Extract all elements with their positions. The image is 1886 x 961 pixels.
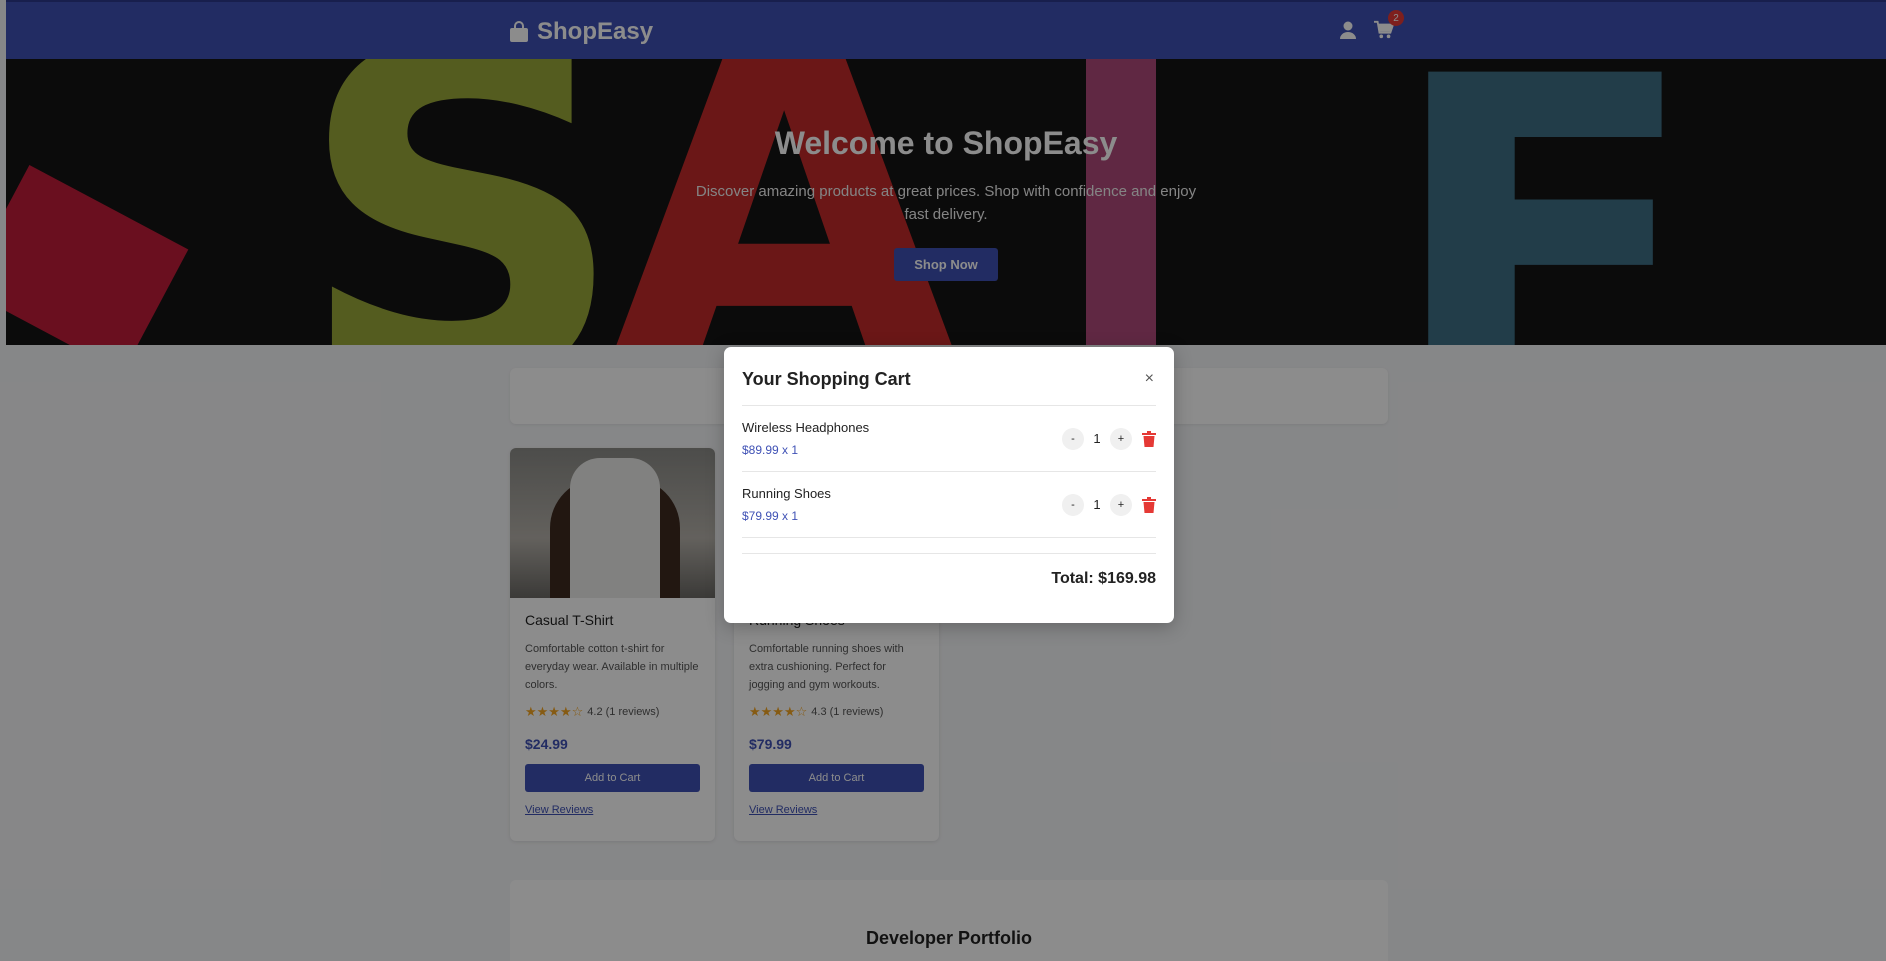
increase-quantity-button[interactable]: + [1110,493,1132,516]
cart-item-name: Running Shoes [742,486,831,501]
cart-item-name: Wireless Headphones [742,420,870,435]
cart-total: Total: $169.98 [742,553,1156,604]
quantity-value: 1 [1093,431,1101,446]
cart-item: Wireless Headphones $89.99 x 1 - 1 + [742,406,1156,472]
increase-quantity-button[interactable]: + [1110,427,1132,450]
cart-item-price: $79.99 x 1 [742,509,799,523]
quantity-value: 1 [1093,497,1101,512]
decrease-quantity-button[interactable]: - [1062,493,1084,516]
cart-item-price: $89.99 x 1 [742,443,799,457]
trash-icon[interactable] [1142,496,1156,513]
cart-modal: Your Shopping Cart × Wireless Headphones… [724,347,1174,623]
decrease-quantity-button[interactable]: - [1062,427,1084,450]
close-icon[interactable]: × [1145,370,1156,388]
trash-icon[interactable] [1142,430,1156,447]
cart-item: Running Shoes $79.99 x 1 - 1 + [742,472,1156,538]
cart-modal-title: Your Shopping Cart [742,368,911,389]
